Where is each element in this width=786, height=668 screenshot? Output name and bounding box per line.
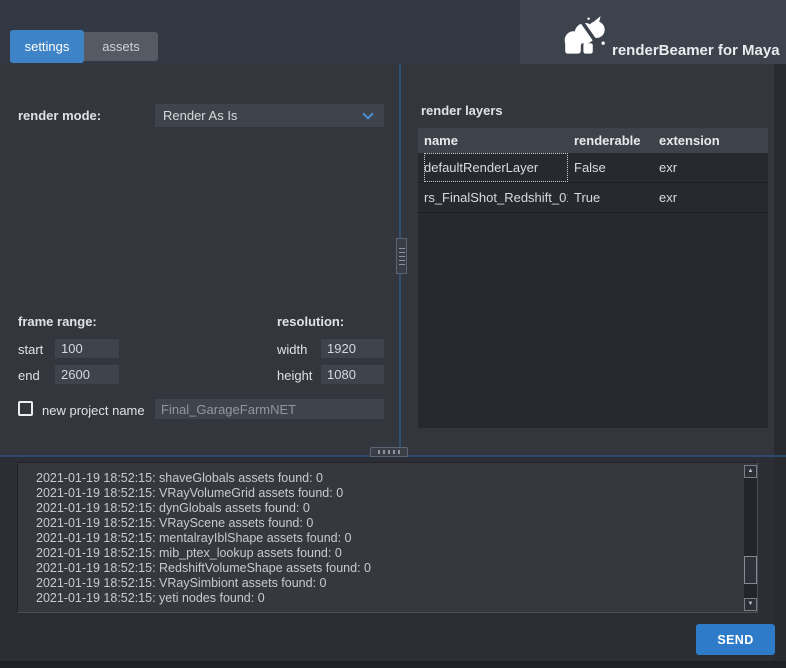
start-frame-input[interactable] [55, 339, 119, 358]
table-header-row: name renderable extension [418, 128, 768, 153]
app-title: renderBeamer for Maya [612, 42, 780, 59]
log-line: 2021-01-19 18:52:15: mib_ptex_lookup ass… [36, 546, 342, 560]
height-label: height [277, 368, 313, 383]
layer-extension-cell[interactable]: exr [653, 160, 763, 175]
new-project-label: new project name [42, 403, 145, 418]
log-line: 2021-01-19 18:52:15: VRaySimbiont assets… [36, 576, 327, 590]
log-line: 2021-01-19 18:52:15: shaveGlobals assets… [36, 471, 324, 485]
column-header-name[interactable]: name [418, 133, 568, 148]
log-line: 2021-01-19 18:52:15: mentalrayIblShape a… [36, 531, 352, 545]
layer-name-cell[interactable]: defaultRenderLayer [424, 153, 568, 182]
render-layers-title: render layers [421, 103, 503, 118]
tab-settings[interactable]: settings [10, 30, 84, 63]
column-header-extension[interactable]: extension [653, 133, 763, 148]
log-line: 2021-01-19 18:52:15: dynGlobals assets f… [36, 501, 310, 515]
right-edge-strip [774, 64, 786, 661]
width-input[interactable] [321, 339, 384, 358]
log-line: 2021-01-19 18:52:15: yeti nodes found: 0 [36, 591, 265, 605]
tab-assets[interactable]: assets [84, 32, 158, 61]
frame-range-label: frame range: [18, 314, 97, 329]
horizontal-splitter-grip[interactable] [370, 447, 408, 457]
width-label: width [277, 342, 308, 357]
new-project-checkbox[interactable] [18, 401, 33, 416]
log-output-area[interactable]: 2021-01-19 18:52:15: shaveGlobals assets… [17, 462, 758, 613]
log-line: 2021-01-19 18:52:15: VRayVolumeGrid asse… [36, 486, 344, 500]
layer-extension-cell[interactable]: exr [653, 190, 763, 205]
layer-name-cell[interactable]: rs_FinalShot_Redshift_01 [418, 190, 568, 205]
chevron-down-icon [362, 107, 374, 120]
layer-renderable-cell[interactable]: True [568, 190, 653, 205]
scrollbar-up-icon[interactable]: ▲ [744, 465, 757, 478]
log-line: 2021-01-19 18:52:15: RedshiftVolumeShape… [36, 561, 371, 575]
end-label: end [18, 368, 40, 383]
column-header-renderable[interactable]: renderable [568, 133, 653, 148]
log-scrollbar[interactable]: ▲ ▼ [744, 465, 757, 611]
end-frame-input[interactable] [55, 365, 119, 384]
height-input[interactable] [321, 365, 384, 384]
scrollbar-down-icon[interactable]: ▼ [744, 598, 757, 611]
render-mode-dropdown[interactable]: Render As Is [155, 104, 384, 127]
table-row[interactable]: defaultRenderLayer False exr [418, 153, 768, 183]
cloud-upload-logo-icon [564, 16, 605, 54]
scrollbar-thumb[interactable] [744, 556, 757, 584]
vertical-splitter-grip[interactable] [396, 238, 407, 274]
bottom-edge-strip [0, 661, 786, 668]
resolution-label: resolution: [277, 314, 345, 329]
render-mode-value: Render As Is [163, 108, 238, 123]
render-mode-label: render mode: [18, 108, 102, 123]
new-project-name-input[interactable] [155, 399, 384, 419]
table-row[interactable]: rs_FinalShot_Redshift_01 True exr [418, 183, 768, 213]
layer-renderable-cell[interactable]: False [568, 160, 653, 175]
log-line: 2021-01-19 18:52:15: VRayScene assets fo… [36, 516, 314, 530]
start-label: start [18, 342, 44, 357]
send-button[interactable]: SEND [696, 624, 775, 655]
render-layers-table: name renderable extension defaultRenderL… [418, 128, 768, 428]
